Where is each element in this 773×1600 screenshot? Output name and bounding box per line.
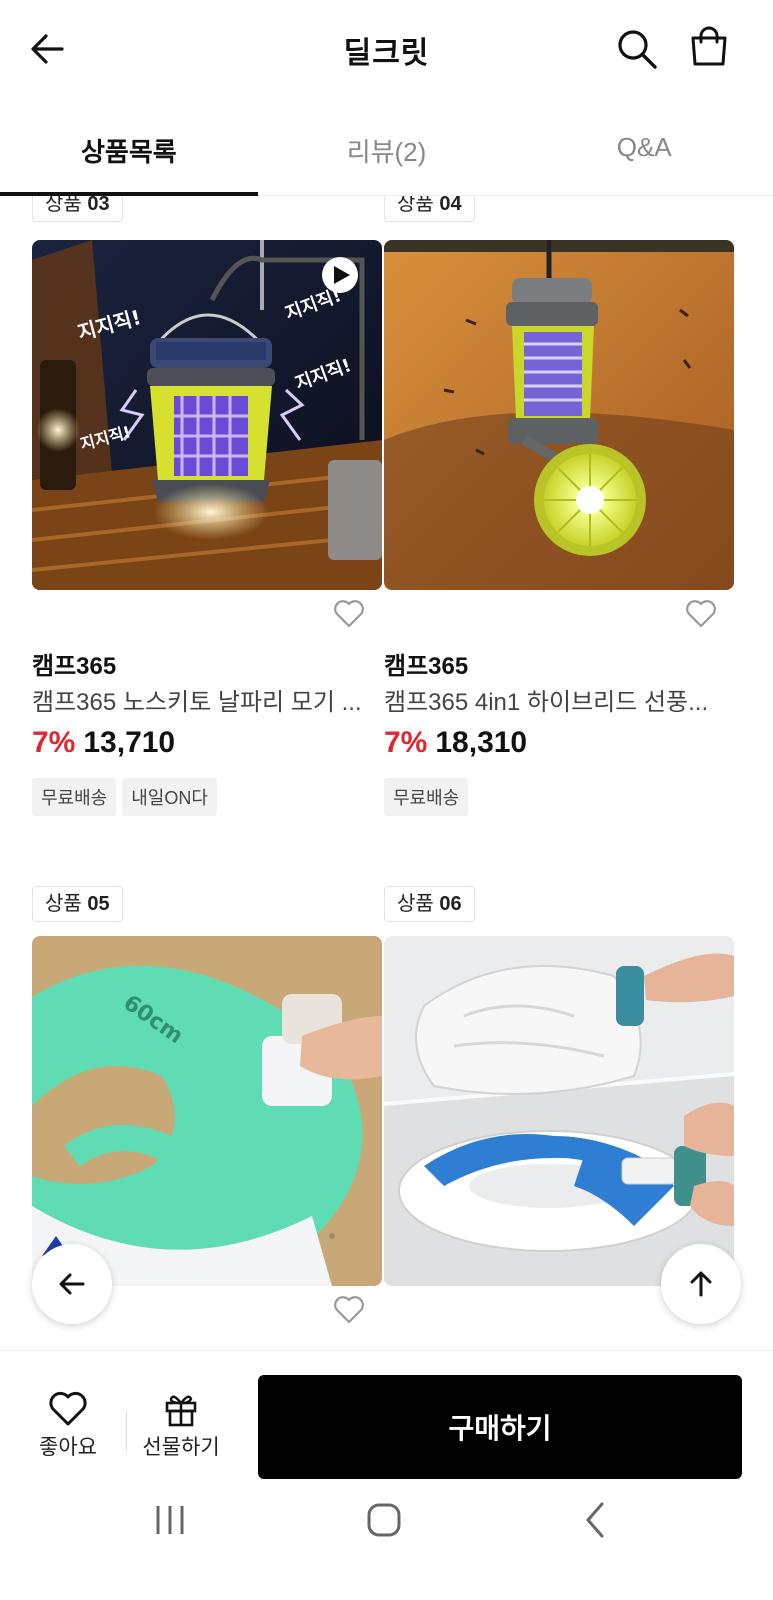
heart-icon	[49, 1391, 87, 1426]
wishlist-heart-icon[interactable]	[684, 596, 718, 630]
product-number-badge: 상품 06	[384, 886, 475, 922]
product-image[interactable]	[384, 936, 734, 1286]
buy-button[interactable]: 구매하기	[258, 1375, 742, 1479]
tab-product-list[interactable]: 상품목록	[0, 110, 258, 196]
product-brand: 캠프365	[32, 653, 117, 680]
free-shipping-tag: 무료배송	[384, 778, 469, 816]
product-image[interactable]: 지지직! 지지직! 지지직! 지지직!	[32, 240, 382, 590]
wishlist-heart-icon[interactable]	[332, 596, 366, 630]
product-brand: 캠프365	[384, 653, 469, 680]
product-price: 7% 18,310	[384, 726, 527, 760]
price-value: 13,710	[83, 726, 176, 759]
product-number-badge: 상품 04	[384, 196, 475, 222]
system-navigation-bar	[0, 1490, 773, 1600]
discount-rate: 7%	[32, 726, 76, 759]
product-name[interactable]: 캠프365 4in1 하이브리드 선풍...	[384, 682, 734, 717]
product-name[interactable]: 캠프365 노스키토 날파리 모기 ...	[32, 682, 382, 717]
system-back-icon[interactable]	[580, 1500, 610, 1540]
tab-qna[interactable]: Q&A	[515, 110, 773, 195]
product-number-badge: 상품 05	[32, 886, 123, 922]
discount-rate: 7%	[384, 726, 428, 759]
previous-floating-button[interactable]	[32, 1244, 112, 1324]
product-price: 7% 13,710	[32, 726, 175, 760]
tab-reviews[interactable]: 리뷰(2)	[258, 110, 516, 195]
recent-apps-icon[interactable]	[150, 1502, 190, 1538]
up-arrow-icon	[690, 1271, 712, 1297]
tab-bar: 상품목록 리뷰(2) Q&A	[0, 110, 773, 196]
home-icon[interactable]	[364, 1500, 404, 1540]
product-image[interactable]: 60cm	[32, 936, 382, 1286]
next-day-tag: 내일ON다	[122, 778, 217, 816]
product-card[interactable]: 상품 04 캠프365 캠프365 4in1 하이브리드 선풍... 7% 18…	[384, 196, 734, 816]
scroll-to-top-button[interactable]	[661, 1244, 741, 1324]
product-grid: 상품 03 지지직! 지지직! 지지직! 지지직! 캠프365 캠프365 노스…	[0, 196, 773, 1350]
app-header: 딜크릿	[0, 0, 773, 100]
product-image[interactable]	[384, 240, 734, 590]
price-value: 18,310	[435, 726, 528, 759]
gift-label: 선물하기	[142, 1436, 220, 1459]
like-label: 좋아요	[39, 1436, 97, 1459]
gift-button[interactable]: 선물하기	[138, 1391, 224, 1461]
shopping-bag-icon[interactable]	[686, 24, 732, 70]
tag-list: 무료배송	[384, 778, 469, 816]
tag-list: 무료배송 내일ON다	[32, 778, 217, 816]
gift-icon	[165, 1395, 197, 1427]
product-number-badge: 상품 03	[32, 196, 123, 222]
wishlist-heart-icon[interactable]	[332, 1292, 366, 1326]
left-arrow-icon	[59, 1273, 85, 1295]
divider	[126, 1411, 127, 1451]
bottom-action-bar: 좋아요 선물하기 구매하기	[0, 1350, 773, 1479]
search-icon[interactable]	[614, 26, 660, 72]
product-card[interactable]: 상품 03 지지직! 지지직! 지지직! 지지직! 캠프365 캠프365 노스…	[32, 196, 382, 816]
like-button[interactable]: 좋아요	[30, 1391, 106, 1461]
free-shipping-tag: 무료배송	[32, 778, 117, 816]
